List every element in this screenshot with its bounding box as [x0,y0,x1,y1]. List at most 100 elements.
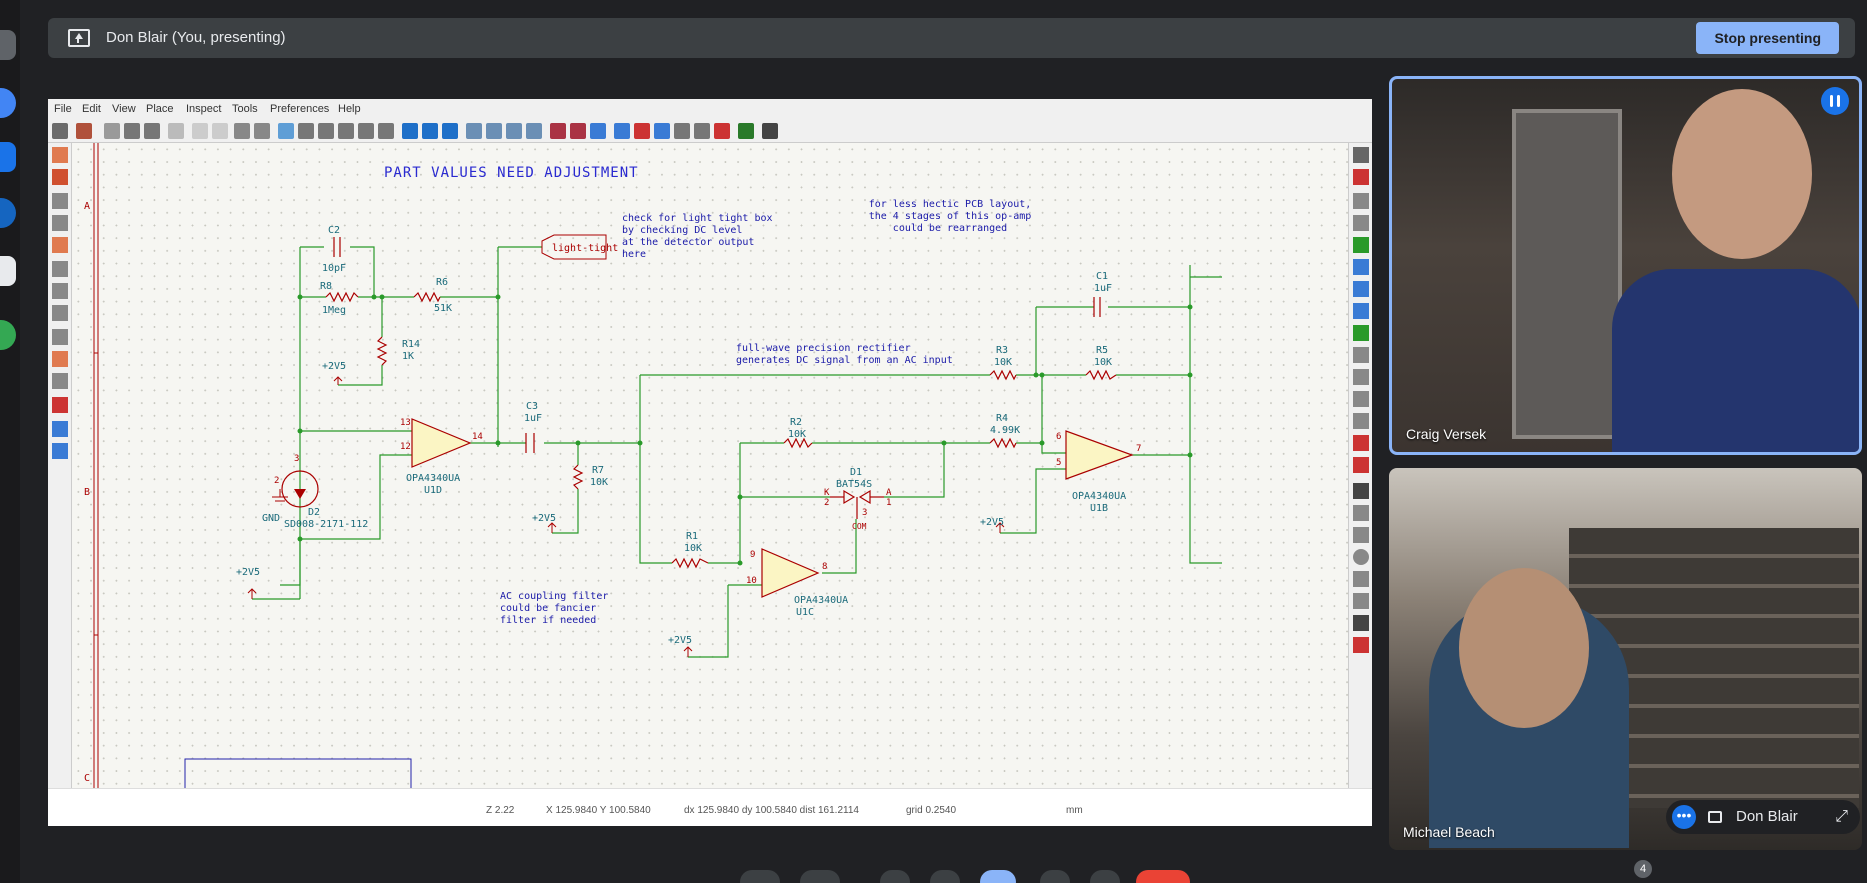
annotation-icon[interactable] [52,397,68,413]
print-icon[interactable] [124,123,140,139]
zoom-fit-icon[interactable] [338,123,354,139]
more-options-icon[interactable]: ••• [1672,805,1696,829]
global-label-icon[interactable] [1353,369,1369,385]
symbol-browser-icon[interactable] [570,123,586,139]
participant-tile-craig[interactable]: Craig Versek [1389,76,1862,455]
refresh-icon[interactable] [278,123,294,139]
angle-90-icon[interactable] [52,351,68,367]
find-icon[interactable] [234,123,250,139]
angle-45-icon[interactable] [52,329,68,345]
millimeters-icon[interactable] [52,237,68,253]
app-icon[interactable] [0,320,16,350]
control-button[interactable] [740,870,780,883]
hierarchy-icon[interactable] [52,421,68,437]
control-button[interactable] [1040,870,1070,883]
zoom-in-icon[interactable] [298,123,314,139]
pcb-editor-icon[interactable] [738,123,754,139]
delete-icon[interactable] [1353,637,1369,653]
back-arrow-icon[interactable] [402,123,418,139]
leave-call-button[interactable] [1136,870,1190,883]
control-button[interactable] [930,870,960,883]
add-power-icon[interactable] [1353,215,1369,231]
save-icon[interactable] [52,123,68,139]
junction-icon[interactable] [1353,325,1369,341]
zoom-objects-icon[interactable] [358,123,374,139]
up-arrow-icon[interactable] [422,123,438,139]
symbol-fields-icon[interactable] [634,123,650,139]
stop-presenting-button[interactable]: Stop presenting [1696,22,1839,54]
line-icon[interactable] [1353,593,1369,609]
bus-entry-icon[interactable] [1353,281,1369,297]
schematic-canvas[interactable]: A B C PART VALUES NEED ADJUSTMENT check … [72,143,1348,788]
zoom-selection-icon[interactable] [378,123,394,139]
rectangle-icon[interactable] [1353,527,1369,543]
menu-view[interactable]: View [112,103,136,115]
table-icon[interactable] [694,123,710,139]
sheet-pin-icon[interactable] [1353,457,1369,473]
hier-label-icon[interactable] [1353,391,1369,407]
properties-icon[interactable] [52,443,68,459]
image-icon[interactable] [1353,615,1369,631]
schematic-setup-icon[interactable] [76,123,92,139]
select-arrow-icon[interactable] [1353,147,1369,163]
net-label-icon[interactable] [1353,347,1369,363]
undo-icon[interactable] [192,123,208,139]
menu-help[interactable]: Help [338,103,361,115]
plot-icon[interactable] [144,123,160,139]
no-connect-icon[interactable] [1353,303,1369,319]
text-icon[interactable] [1353,483,1369,499]
mirror-h-icon[interactable] [526,123,542,139]
menu-preferences[interactable]: Preferences [270,103,329,115]
app-icon[interactable] [0,30,16,60]
inches-icon[interactable] [52,193,68,209]
app-icon[interactable] [0,256,16,286]
menu-place[interactable]: Place [146,103,174,115]
menu-edit[interactable]: Edit [82,103,101,115]
scripting-console-icon[interactable] [762,123,778,139]
zoom-out-icon[interactable] [318,123,334,139]
find-replace-icon[interactable] [254,123,270,139]
rotate-cw-icon[interactable] [486,123,502,139]
grid-icon[interactable] [52,147,68,163]
expand-icon[interactable]: ⤢ [1835,808,1848,826]
cursor-icon[interactable] [52,261,68,277]
erc-icon[interactable] [614,123,630,139]
control-button[interactable] [800,870,840,883]
annotate-icon[interactable] [590,123,606,139]
menu-inspect[interactable]: Inspect [186,103,221,115]
redo-icon[interactable] [212,123,228,139]
camera-icon[interactable] [1708,811,1722,823]
add-wire-icon[interactable] [1353,237,1369,253]
textbox-icon[interactable] [1353,505,1369,521]
app-icon[interactable] [0,142,16,172]
highlight-net-icon[interactable] [1353,169,1369,185]
add-symbol-icon[interactable] [1353,193,1369,209]
circle-icon[interactable] [1353,549,1369,565]
browser-icon[interactable] [0,88,16,118]
rotate-ccw-icon[interactable] [466,123,482,139]
add-bus-icon[interactable] [1353,259,1369,275]
page-settings-icon[interactable] [104,123,120,139]
mils-icon[interactable] [52,215,68,231]
participant-tile-michael[interactable]: Michael Beach [1389,468,1862,850]
forward-arrow-icon[interactable] [442,123,458,139]
control-button[interactable] [1090,870,1120,883]
paste-icon[interactable] [168,123,184,139]
free-angle-icon[interactable] [52,373,68,389]
mirror-v-icon[interactable] [506,123,522,139]
bom-icon[interactable] [674,123,690,139]
arc-icon[interactable] [1353,571,1369,587]
import-sheet-pin-icon[interactable] [1353,435,1369,451]
app-icon[interactable] [0,198,16,228]
present-now-button[interactable] [980,870,1016,883]
hier-sheet-icon[interactable] [1353,413,1369,429]
hidden-pins-icon[interactable] [52,283,68,299]
symbol-editor-icon[interactable] [550,123,566,139]
menu-tools[interactable]: Tools [232,103,258,115]
line-mode-icon[interactable] [52,305,68,321]
menu-file[interactable]: File [54,103,72,115]
control-button[interactable] [880,870,910,883]
unit-icon[interactable] [52,169,68,185]
netlist-icon[interactable] [714,123,730,139]
assign-footprints-icon[interactable] [654,123,670,139]
